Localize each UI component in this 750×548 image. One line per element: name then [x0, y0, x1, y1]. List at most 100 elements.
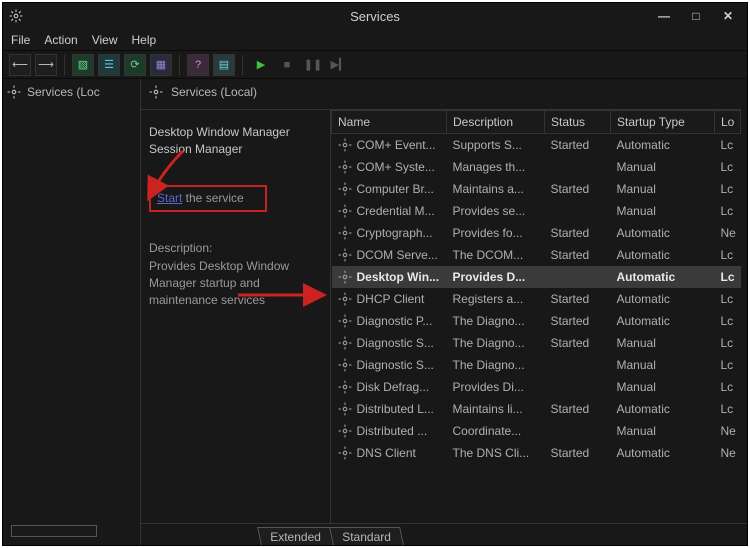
cell-logon: Lc — [715, 200, 741, 222]
menu-bar: File Action View Help — [3, 29, 747, 51]
table-row[interactable]: DHCP ClientRegisters a...StartedAutomati… — [332, 288, 741, 310]
export-list-button[interactable]: ▦ — [150, 54, 172, 76]
close-button[interactable]: ✕ — [721, 9, 735, 23]
show-hide-tree-button[interactable]: ▧ — [72, 54, 94, 76]
annotation-highlight-box: Start the service — [149, 185, 267, 212]
info-panel: Desktop Window Manager Session Manager S… — [141, 110, 331, 523]
cell-logon: Lc — [715, 398, 741, 420]
pause-button[interactable]: ❚❚ — [302, 54, 324, 76]
cell-name: Cryptograph... — [357, 226, 433, 240]
cell-startup: Manual — [611, 178, 715, 200]
tab-standard[interactable]: Standard — [329, 527, 404, 545]
cell-startup: Automatic — [611, 288, 715, 310]
table-row[interactable]: Disk Defrag...Provides Di...ManualLc — [332, 376, 741, 398]
back-button[interactable]: ⟵ — [9, 54, 31, 76]
table-row[interactable]: Distributed L...Maintains li...StartedAu… — [332, 398, 741, 420]
tab-label: Extended — [270, 530, 321, 544]
cell-description: The Diagno... — [447, 310, 545, 332]
status-bar-segment — [11, 525, 97, 537]
tab-label: Standard — [342, 530, 391, 544]
cell-logon: Ne — [715, 420, 741, 442]
minimize-button[interactable]: — — [657, 9, 671, 23]
table-row[interactable]: Distributed ...Coordinate...ManualNe — [332, 420, 741, 442]
view-tabs: Extended Standard — [141, 523, 747, 545]
cell-status: Started — [545, 288, 611, 310]
menu-action[interactable]: Action — [44, 33, 77, 47]
cell-description: Coordinate... — [447, 420, 545, 442]
gear-icon — [338, 292, 352, 306]
cell-name: Desktop Win... — [357, 270, 440, 284]
client-area: Services (Loc Services (Local) Desktop W… — [3, 79, 747, 545]
gear-icon — [338, 358, 352, 372]
table-row[interactable]: COM+ Event...Supports S...StartedAutomat… — [332, 134, 741, 156]
table-row[interactable]: Computer Br...Maintains a...StartedManua… — [332, 178, 741, 200]
gear-icon — [338, 336, 352, 350]
toolbar: ⟵ ⟶ ▧ ☰ ⟳ ▦ ? ▤ ▶ ■ ❚❚ ▶▎ — [3, 51, 747, 79]
tree-node-services-local[interactable]: Services (Loc — [27, 85, 100, 99]
table-row[interactable]: DNS Client The DNS Cli...StartedAutomatic… — [332, 442, 741, 464]
gear-icon — [338, 160, 352, 174]
table-row[interactable]: Desktop Win...Provides D...AutomaticLc — [332, 266, 741, 288]
cell-description: Registers a... — [447, 288, 545, 310]
cell-startup: Automatic — [611, 134, 715, 156]
table-row[interactable]: COM+ Syste...Manages th...ManualLc — [332, 156, 741, 178]
cell-status: Started — [545, 310, 611, 332]
table-row[interactable]: Diagnostic S...The Diagno...ManualLc — [332, 354, 741, 376]
gear-icon — [9, 9, 23, 23]
cell-name: Diagnostic P... — [357, 314, 433, 328]
cell-logon: Lc — [715, 332, 741, 354]
stop-button[interactable]: ■ — [276, 54, 298, 76]
cell-startup: Manual — [611, 420, 715, 442]
cell-name: DNS Client — [357, 446, 416, 460]
menu-help[interactable]: Help — [132, 33, 157, 47]
cell-logon: Lc — [715, 288, 741, 310]
gear-icon — [338, 402, 352, 416]
services-table-wrap[interactable]: Name Description Status Startup Type Lo … — [331, 110, 741, 523]
cell-startup: Automatic — [611, 266, 715, 288]
column-header-description[interactable]: Description — [447, 111, 545, 134]
table-row[interactable]: DCOM Serve...The DCOM...StartedAutomatic… — [332, 244, 741, 266]
title-bar[interactable]: Services — □ ✕ — [3, 3, 747, 29]
cell-status: Started — [545, 442, 611, 464]
menu-view[interactable]: View — [92, 33, 118, 47]
table-row[interactable]: Diagnostic S...The Diagno...StartedManua… — [332, 332, 741, 354]
maximize-button[interactable]: □ — [689, 9, 703, 23]
refresh-button[interactable]: ⟳ — [124, 54, 146, 76]
gear-icon — [338, 270, 352, 284]
column-header-logon[interactable]: Lo — [715, 111, 741, 134]
start-button[interactable]: ▶ — [250, 54, 272, 76]
gear-icon — [338, 204, 352, 218]
cell-status: Started — [545, 178, 611, 200]
help-button[interactable]: ? — [187, 54, 209, 76]
cell-logon: Lc — [715, 310, 741, 332]
cell-status — [545, 156, 611, 178]
cell-description: Supports S... — [447, 134, 545, 156]
cell-name: Distributed L... — [357, 402, 434, 416]
list-view-button[interactable]: ☰ — [98, 54, 120, 76]
selected-service-name: Desktop Window Manager — [149, 124, 324, 141]
menu-file[interactable]: File — [11, 33, 30, 47]
start-service-link[interactable]: Start — [157, 191, 182, 205]
cell-startup: Automatic — [611, 442, 715, 464]
console-tree[interactable]: Services (Loc — [3, 79, 141, 545]
column-header-startup[interactable]: Startup Type — [611, 111, 715, 134]
cell-startup: Automatic — [611, 310, 715, 332]
table-row[interactable]: Diagnostic P... The Diagno...StartedAutom… — [332, 310, 741, 332]
restart-button[interactable]: ▶▎ — [328, 54, 350, 76]
cell-status — [545, 376, 611, 398]
window-title: Services — [350, 9, 400, 24]
properties-button[interactable]: ▤ — [213, 54, 235, 76]
column-header-status[interactable]: Status — [545, 111, 611, 134]
cell-status: Started — [545, 222, 611, 244]
forward-button[interactable]: ⟶ — [35, 54, 57, 76]
cell-logon: Lc — [715, 244, 741, 266]
table-row[interactable]: Credential M...Provides se...ManualLc — [332, 200, 741, 222]
cell-logon: Ne — [715, 222, 741, 244]
cell-status: Started — [545, 134, 611, 156]
cell-description: The DNS Cli... — [447, 442, 545, 464]
cell-startup: Manual — [611, 332, 715, 354]
table-row[interactable]: Cryptograph...Provides fo...StartedAutom… — [332, 222, 741, 244]
column-header-name[interactable]: Name — [332, 111, 447, 134]
cell-status: Started — [545, 244, 611, 266]
tab-extended[interactable]: Extended — [257, 527, 334, 545]
